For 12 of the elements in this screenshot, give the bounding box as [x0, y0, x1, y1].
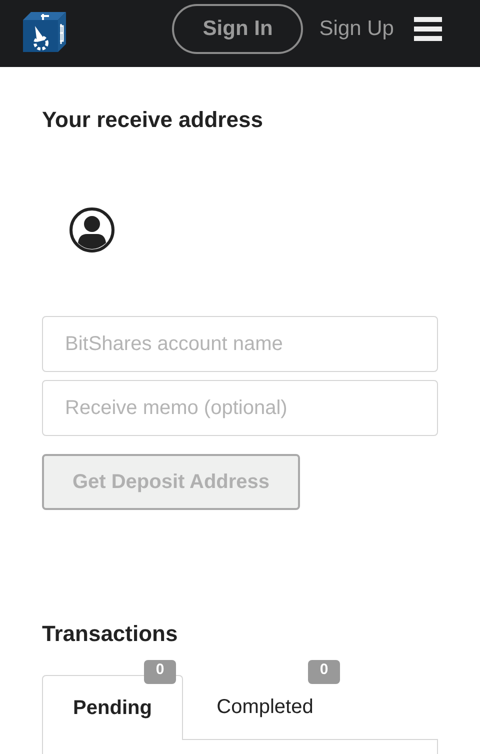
sign-up-link[interactable]: Sign Up	[319, 16, 394, 40]
logo-icon[interactable]	[23, 10, 66, 53]
input-field[interactable]: BitShares account name	[42, 316, 438, 372]
count-badge: 0	[308, 660, 340, 684]
section-title: Transactions	[42, 621, 179, 647]
section-title: Your receive address	[42, 107, 264, 133]
menu-icon[interactable]	[414, 16, 442, 40]
count-badge: 0	[144, 660, 176, 684]
tab[interactable]: Pending	[42, 675, 183, 740]
avatar-icon	[69, 207, 115, 253]
input-field[interactable]: Receive memo (optional)	[42, 380, 438, 436]
sign-in-button[interactable]: Sign In	[172, 4, 304, 54]
